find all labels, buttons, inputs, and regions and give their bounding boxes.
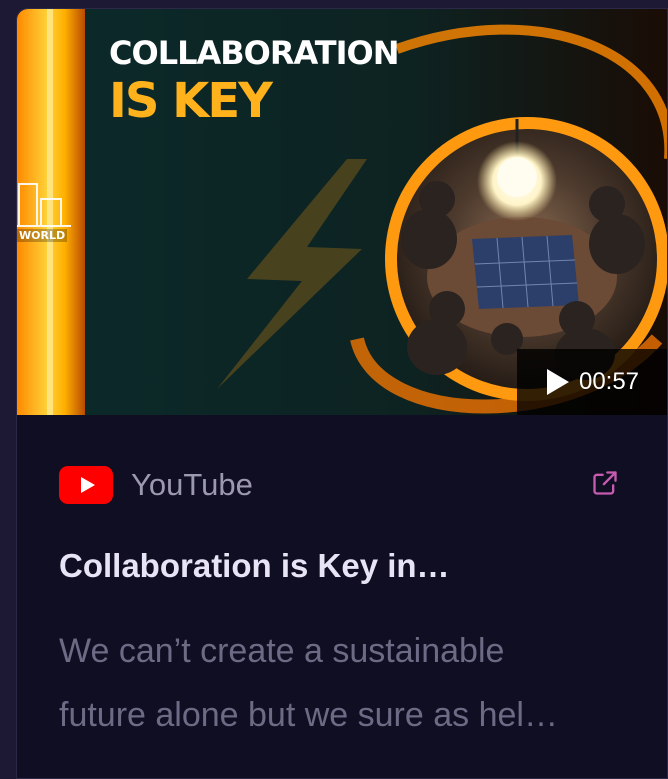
thumbnail-brand-logo: WORLD xyxy=(17,229,68,242)
video-description: We can’t create a sustainable future alo… xyxy=(59,619,639,747)
source-row: YouTube xyxy=(59,465,619,505)
thumbnail-headline-line2: IS KEY xyxy=(109,73,273,129)
video-description-line1: We can’t create a sustainable xyxy=(59,632,505,670)
external-link-icon[interactable] xyxy=(591,469,619,497)
video-thumbnail[interactable]: COLLABORATION IS KEY WORLD 00:57 xyxy=(17,9,667,415)
thumbnail-headline: COLLABORATION IS KEY xyxy=(109,34,399,129)
video-description-line2: future alone but we sure as hel… xyxy=(59,696,558,734)
video-duration: 00:57 xyxy=(578,368,640,395)
thumbnail-headline-line1: COLLABORATION xyxy=(109,34,399,72)
play-icon[interactable] xyxy=(546,369,569,395)
video-duration-badge[interactable]: 00:57 xyxy=(517,349,667,415)
video-card[interactable]: COLLABORATION IS KEY WORLD 00:57 YouTube… xyxy=(16,8,668,779)
video-title[interactable]: Collaboration is Key in… xyxy=(59,547,619,585)
youtube-icon xyxy=(59,466,113,504)
source-name: YouTube xyxy=(131,467,253,502)
